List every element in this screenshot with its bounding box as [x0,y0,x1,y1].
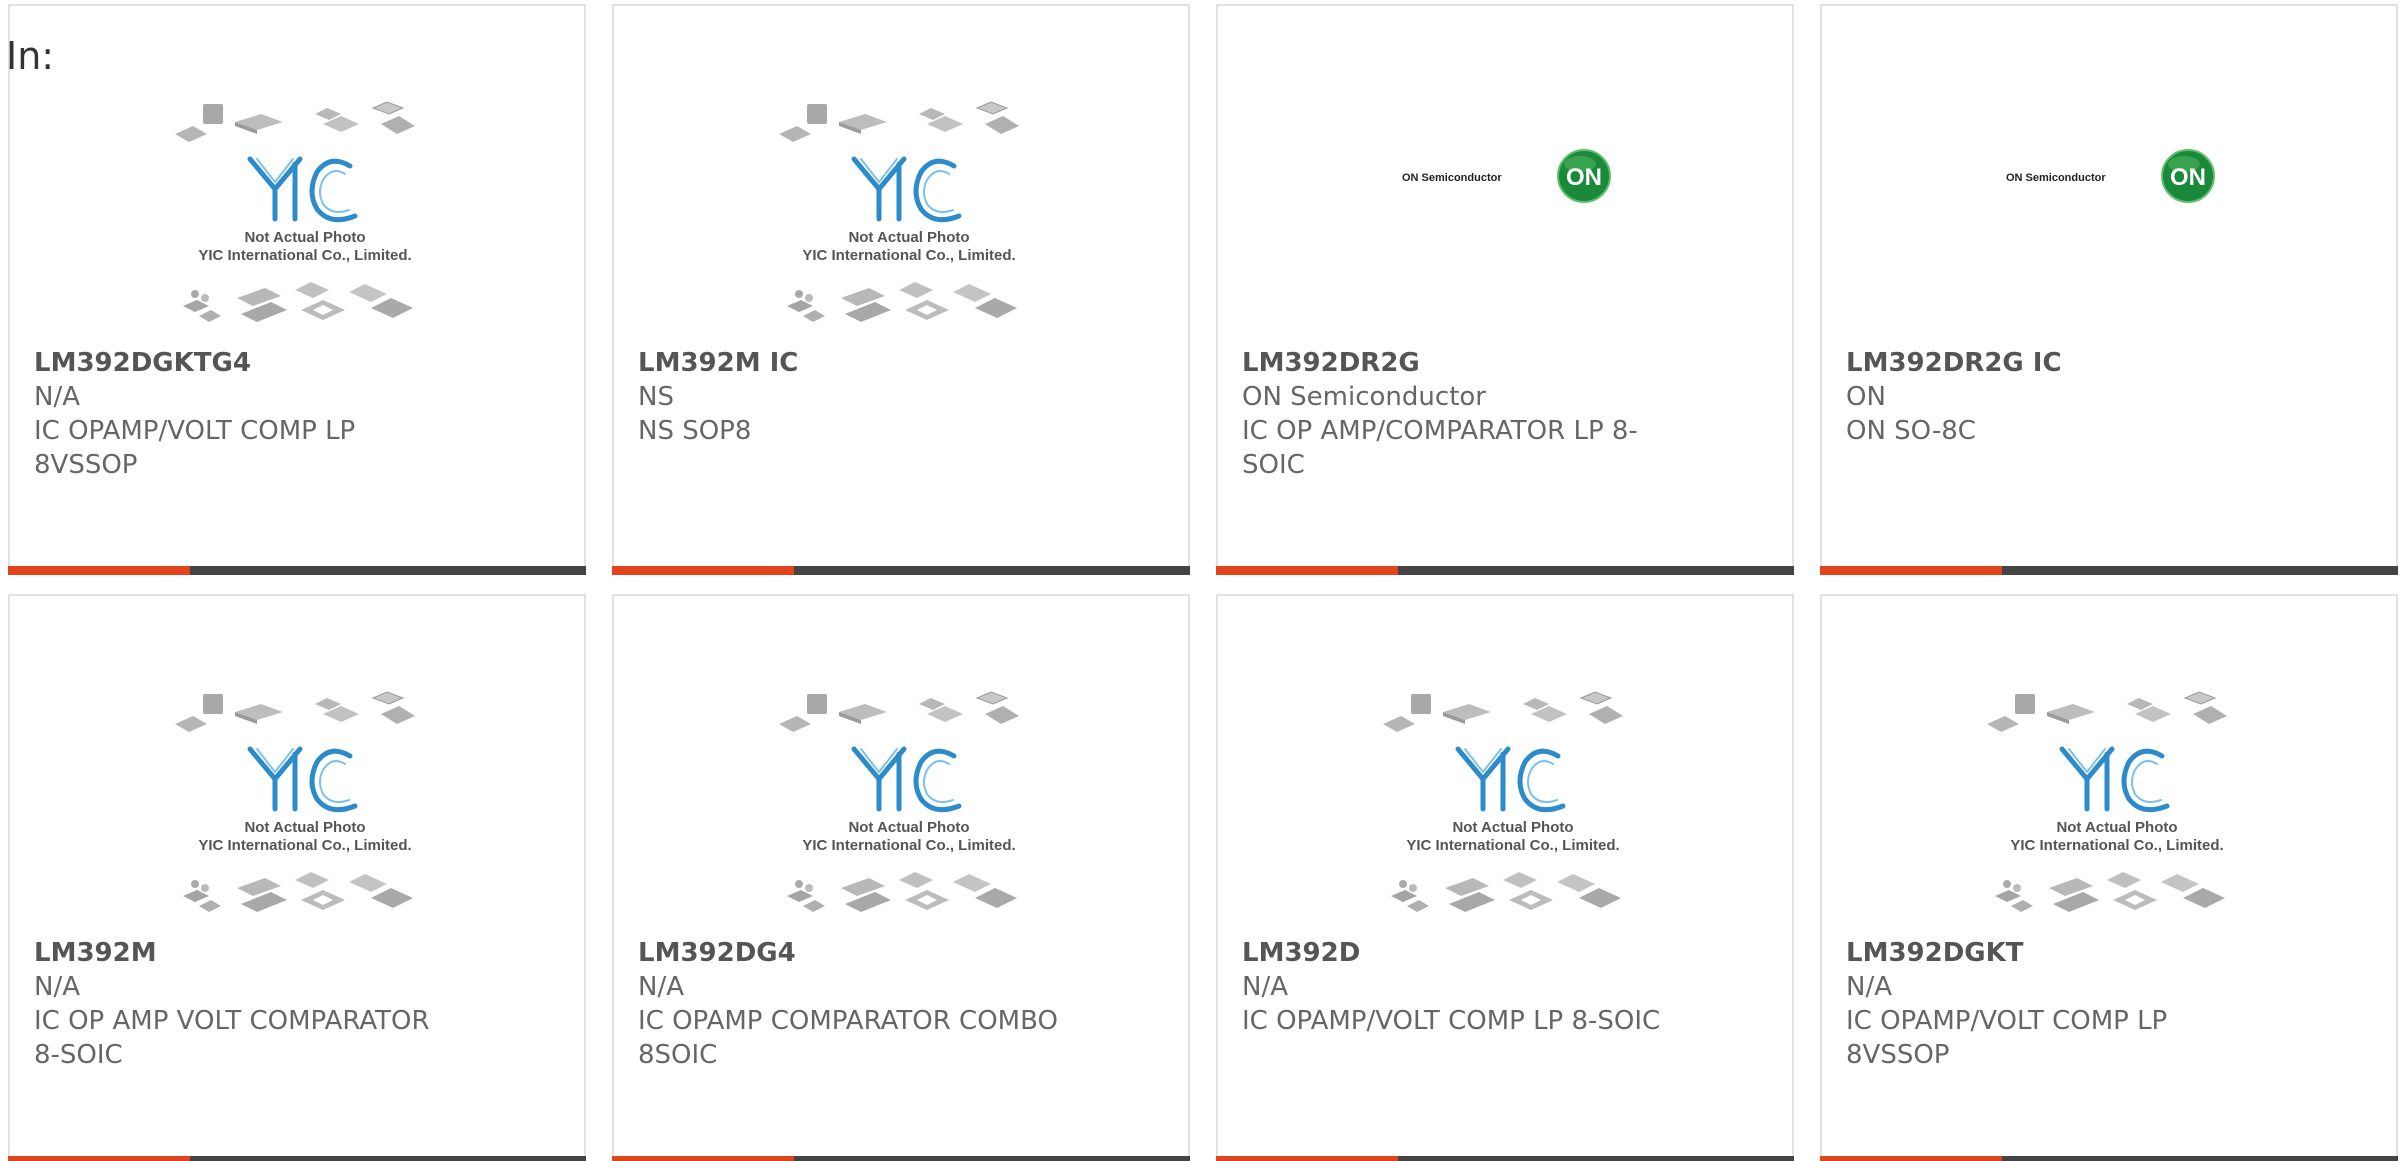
card-accent-bar [8,1156,190,1161]
card-accent-bar [612,1156,794,1161]
card-bottom-bar [8,1156,586,1161]
svg-text:ON Semiconductor: ON Semiconductor [1402,172,1502,184]
part-number[interactable]: LM392DGKT [1846,936,2266,970]
part-number[interactable]: LM392DR2G [1242,346,1662,380]
part-number[interactable]: LM392DGKTG4 [34,346,454,380]
manufacturer: ON [1846,382,1886,412]
product-info: LM392D N/A IC OPAMP/VOLT COMP LP 8-SOIC [1242,936,1662,1038]
product-card[interactable]: Not Actual Photo YIC International Co., … [1216,594,1794,1161]
product-placeholder-image: Not Actual Photo YIC International Co., … [1373,684,1653,932]
svg-text:ON Semiconductor: ON Semiconductor [2006,172,2106,184]
description-line: ON SO-8C [1846,416,1976,446]
product-card[interactable]: ON Semiconductor ON LM392DR2G ON Semicond… [1216,4,1794,575]
product-card[interactable]: Not Actual Photo YIC International Co., … [8,4,586,575]
card-bottom-bar [612,1156,1190,1161]
card-accent-bar [1820,566,2002,575]
description-line: IC OPAMP/VOLT COMP LP 8-SOIC [1242,1006,1661,1036]
card-bottom-bar [1216,566,1794,575]
card-bottom-bar [8,566,586,575]
placeholder-line1: Not Actual Photo [848,819,969,836]
product-placeholder-image: Not Actual Photo YIC International Co., … [769,684,1049,932]
product-info: LM392DG4 N/A IC OPAMP COMPARATOR COMBO 8SOI… [638,936,1058,1072]
placeholder-line1: Not Actual Photo [244,229,365,246]
card-accent-bar [1216,566,1398,575]
product-card[interactable]: Not Actual Photo YIC International Co., … [612,4,1190,575]
placeholder-line2: YIC International Co., Limited. [1406,837,1619,854]
placeholder-line1: Not Actual Photo [2056,819,2177,836]
description-line: SOIC [1242,450,1305,480]
placeholder-line2: YIC International Co., Limited. [198,247,411,264]
placeholder-line1: Not Actual Photo [244,819,365,836]
description-line: IC OPAMP/VOLT COMP LP [1846,1006,2168,1036]
card-bottom-bar [1820,1156,2398,1161]
manufacturer: N/A [1242,972,1288,1002]
placeholder-line2: YIC International Co., Limited. [2010,837,2223,854]
product-card[interactable]: ON Semiconductor ON LM392DR2G IC ON ON SO-… [1820,4,2398,575]
description-line: IC OP AMP VOLT COMPARATOR [34,1006,430,1036]
description-line: IC OPAMP COMPARATOR COMBO [638,1006,1058,1036]
manufacturer: N/A [34,972,80,1002]
product-placeholder-image: Not Actual Photo YIC International Co., … [165,684,445,932]
manufacturer: ON Semiconductor [1242,382,1486,412]
product-grid-page: In: Not Actual Photo YIC International C… [0,0,2400,1161]
placeholder-line2: YIC International Co., Limited. [198,837,411,854]
product-info: LM392DGKTG4 N/A IC OPAMP/VOLT COMP LP 8VSSO… [34,346,454,482]
product-placeholder-image: Not Actual Photo YIC International Co., … [769,94,1049,342]
placeholder-line1: Not Actual Photo [1452,819,1573,836]
card-accent-bar [1216,1156,1398,1161]
card-accent-bar [612,566,794,575]
part-number[interactable]: LM392DR2G IC [1846,346,2266,380]
product-info: LM392M N/A IC OP AMP VOLT COMPARATOR 8-SOIC [34,936,454,1072]
svg-text:ON: ON [2170,164,2206,191]
manufacturer: N/A [34,382,80,412]
product-placeholder-image: Not Actual Photo YIC International Co., … [165,94,445,342]
card-bottom-bar [1216,1156,1794,1161]
product-card[interactable]: Not Actual Photo YIC International Co., … [8,594,586,1161]
description-line: NS SOP8 [638,416,752,446]
description-line: 8SOIC [638,1040,718,1070]
description-line: 8VSSOP [1846,1040,1950,1070]
svg-text:ON: ON [1566,164,1602,191]
manufacturer: NS [638,382,674,412]
card-bottom-bar [612,566,1190,575]
part-number[interactable]: LM392M [34,936,454,970]
on-semiconductor-logo: ON Semiconductor ON [1398,146,1618,206]
placeholder-line2: YIC International Co., Limited. [802,247,1015,264]
card-bottom-bar [1820,566,2398,575]
description-line: 8VSSOP [34,450,138,480]
product-placeholder-image: Not Actual Photo YIC International Co., … [1977,684,2257,932]
part-number[interactable]: LM392M IC [638,346,1058,380]
description-line: IC OP AMP/COMPARATOR LP 8- [1242,416,1638,446]
product-card[interactable]: Not Actual Photo YIC International Co., … [1820,594,2398,1161]
product-info: LM392M IC NS NS SOP8 [638,346,1058,448]
placeholder-line2: YIC International Co., Limited. [802,837,1015,854]
part-number[interactable]: LM392D [1242,936,1662,970]
card-accent-bar [1820,1156,2002,1161]
part-number[interactable]: LM392DG4 [638,936,1058,970]
product-info: LM392DGKT N/A IC OPAMP/VOLT COMP LP 8VSSOP [1846,936,2266,1072]
description-line: IC OPAMP/VOLT COMP LP [34,416,356,446]
placeholder-line1: Not Actual Photo [848,229,969,246]
card-accent-bar [8,566,190,575]
description-line: 8-SOIC [34,1040,123,1070]
manufacturer: N/A [638,972,684,1002]
product-info: LM392DR2G ON Semiconductor IC OP AMP/COMPA… [1242,346,1662,482]
on-semiconductor-logo: ON Semiconductor ON [2002,146,2222,206]
product-info: LM392DR2G IC ON ON SO-8C [1846,346,2266,448]
in-label: In: [6,34,55,78]
product-card[interactable]: Not Actual Photo YIC International Co., … [612,594,1190,1161]
manufacturer: N/A [1846,972,1892,1002]
